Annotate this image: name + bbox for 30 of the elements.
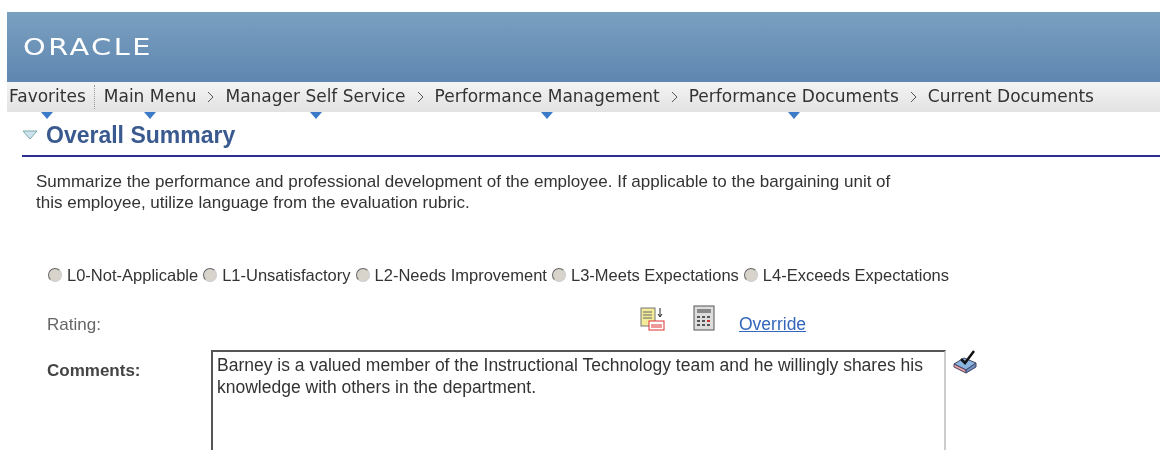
- radio-label: L1-Unsatisfactory: [222, 264, 351, 286]
- radio-button[interactable]: [551, 267, 566, 282]
- radio-button[interactable]: [203, 267, 218, 282]
- breadcrumb-link[interactable]: Performance Management: [432, 84, 662, 110]
- breadcrumb-link[interactable]: Current Documents: [925, 84, 1096, 110]
- breadcrumb-link[interactable]: Performance Documents: [686, 84, 901, 110]
- breadcrumb-link[interactable]: Favorites: [7, 84, 88, 110]
- radio-label: L0-Not-Applicable: [67, 264, 199, 286]
- chevron-icon: [909, 91, 917, 103]
- section-title: Overall Summary: [46, 121, 236, 150]
- comments-label: Comments:: [47, 359, 142, 382]
- override-link[interactable]: Override: [739, 311, 807, 338]
- spell-check-icon[interactable]: [952, 349, 978, 374]
- radio-label: L2-Needs Improvement: [374, 264, 547, 286]
- rating-label: Rating:: [47, 313, 102, 336]
- radio-button[interactable]: [355, 267, 370, 282]
- radio-label: L3-Meets Expectations: [570, 264, 739, 286]
- chevron-icon: [416, 91, 424, 103]
- document-icon[interactable]: [640, 306, 666, 333]
- radio-label: L4-Exceeds Expectations: [762, 264, 949, 286]
- section-description: Summarize the performance and professional development of the employee. If applicable to the bargaining unit of this employee, utilize language from the evaluation rubric.: [36, 170, 892, 213]
- chevron-icon: [670, 91, 678, 103]
- breadcrumb-link[interactable]: Main Menu: [101, 84, 199, 110]
- radio-button[interactable]: [743, 267, 758, 282]
- chevron-icon: [207, 91, 215, 103]
- comments-field[interactable]: Barney is a valued member of the Instructional Technology team and he willingly shares his knowledge with others in the department.: [211, 349, 946, 450]
- oracle-logo: ORACLE: [23, 32, 153, 62]
- radio-button[interactable]: [48, 267, 62, 282]
- calculator-icon[interactable]: [693, 305, 715, 332]
- breadcrumb-link[interactable]: Manager Self Service: [223, 84, 408, 110]
